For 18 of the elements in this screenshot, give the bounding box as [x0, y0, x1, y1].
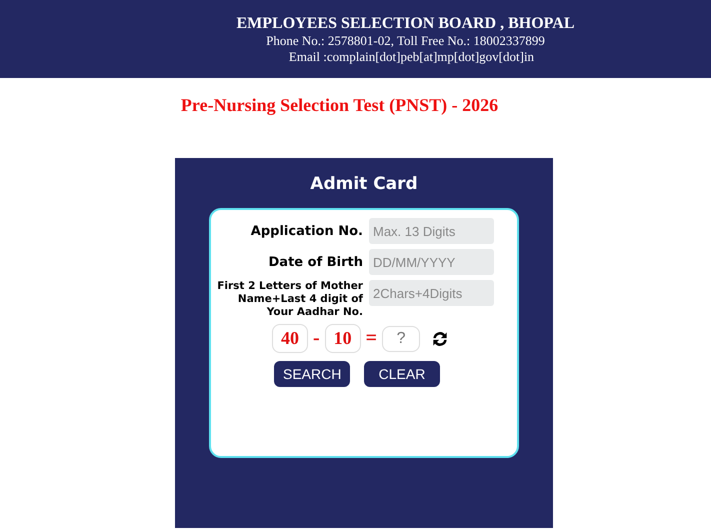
- input-field[interactable]: Max. 13 Digits: [369, 218, 494, 244]
- captcha-number: 40: [272, 324, 308, 353]
- captcha-number: 10: [324, 324, 361, 353]
- input-field[interactable]: 2Chars+4Digits: [369, 280, 494, 306]
- answer-field[interactable]: ?: [382, 326, 420, 352]
- button[interactable]: CLEAR: [364, 361, 440, 387]
- exam-title: Pre-Nursing Selection Test (PNST) - 2026: [180, 95, 498, 116]
- captcha-operator: =: [366, 327, 378, 350]
- button[interactable]: SEARCH: [274, 361, 350, 387]
- phone-text: Phone No.: 2578801-02, Toll Free No.: 18002337899: [265, 33, 546, 49]
- field-label: First 2 Letters of Mother Name+Last 4 digit of Your Aadhar No.: [216, 280, 363, 319]
- field-label: Date of Birth: [268, 254, 363, 270]
- org-title: EMPLOYEES SELECTION BOARD , BHOPAL: [236, 14, 576, 33]
- captcha-operator: -: [312, 327, 320, 350]
- card-title: Admit Card: [310, 174, 418, 194]
- field-label: Application No.: [250, 223, 363, 239]
- email-text: Email :complain[dot]peb[at]mp[dot]gov[dot]in: [288, 49, 536, 65]
- input-field[interactable]: DD/MM/YYYY: [369, 249, 494, 275]
